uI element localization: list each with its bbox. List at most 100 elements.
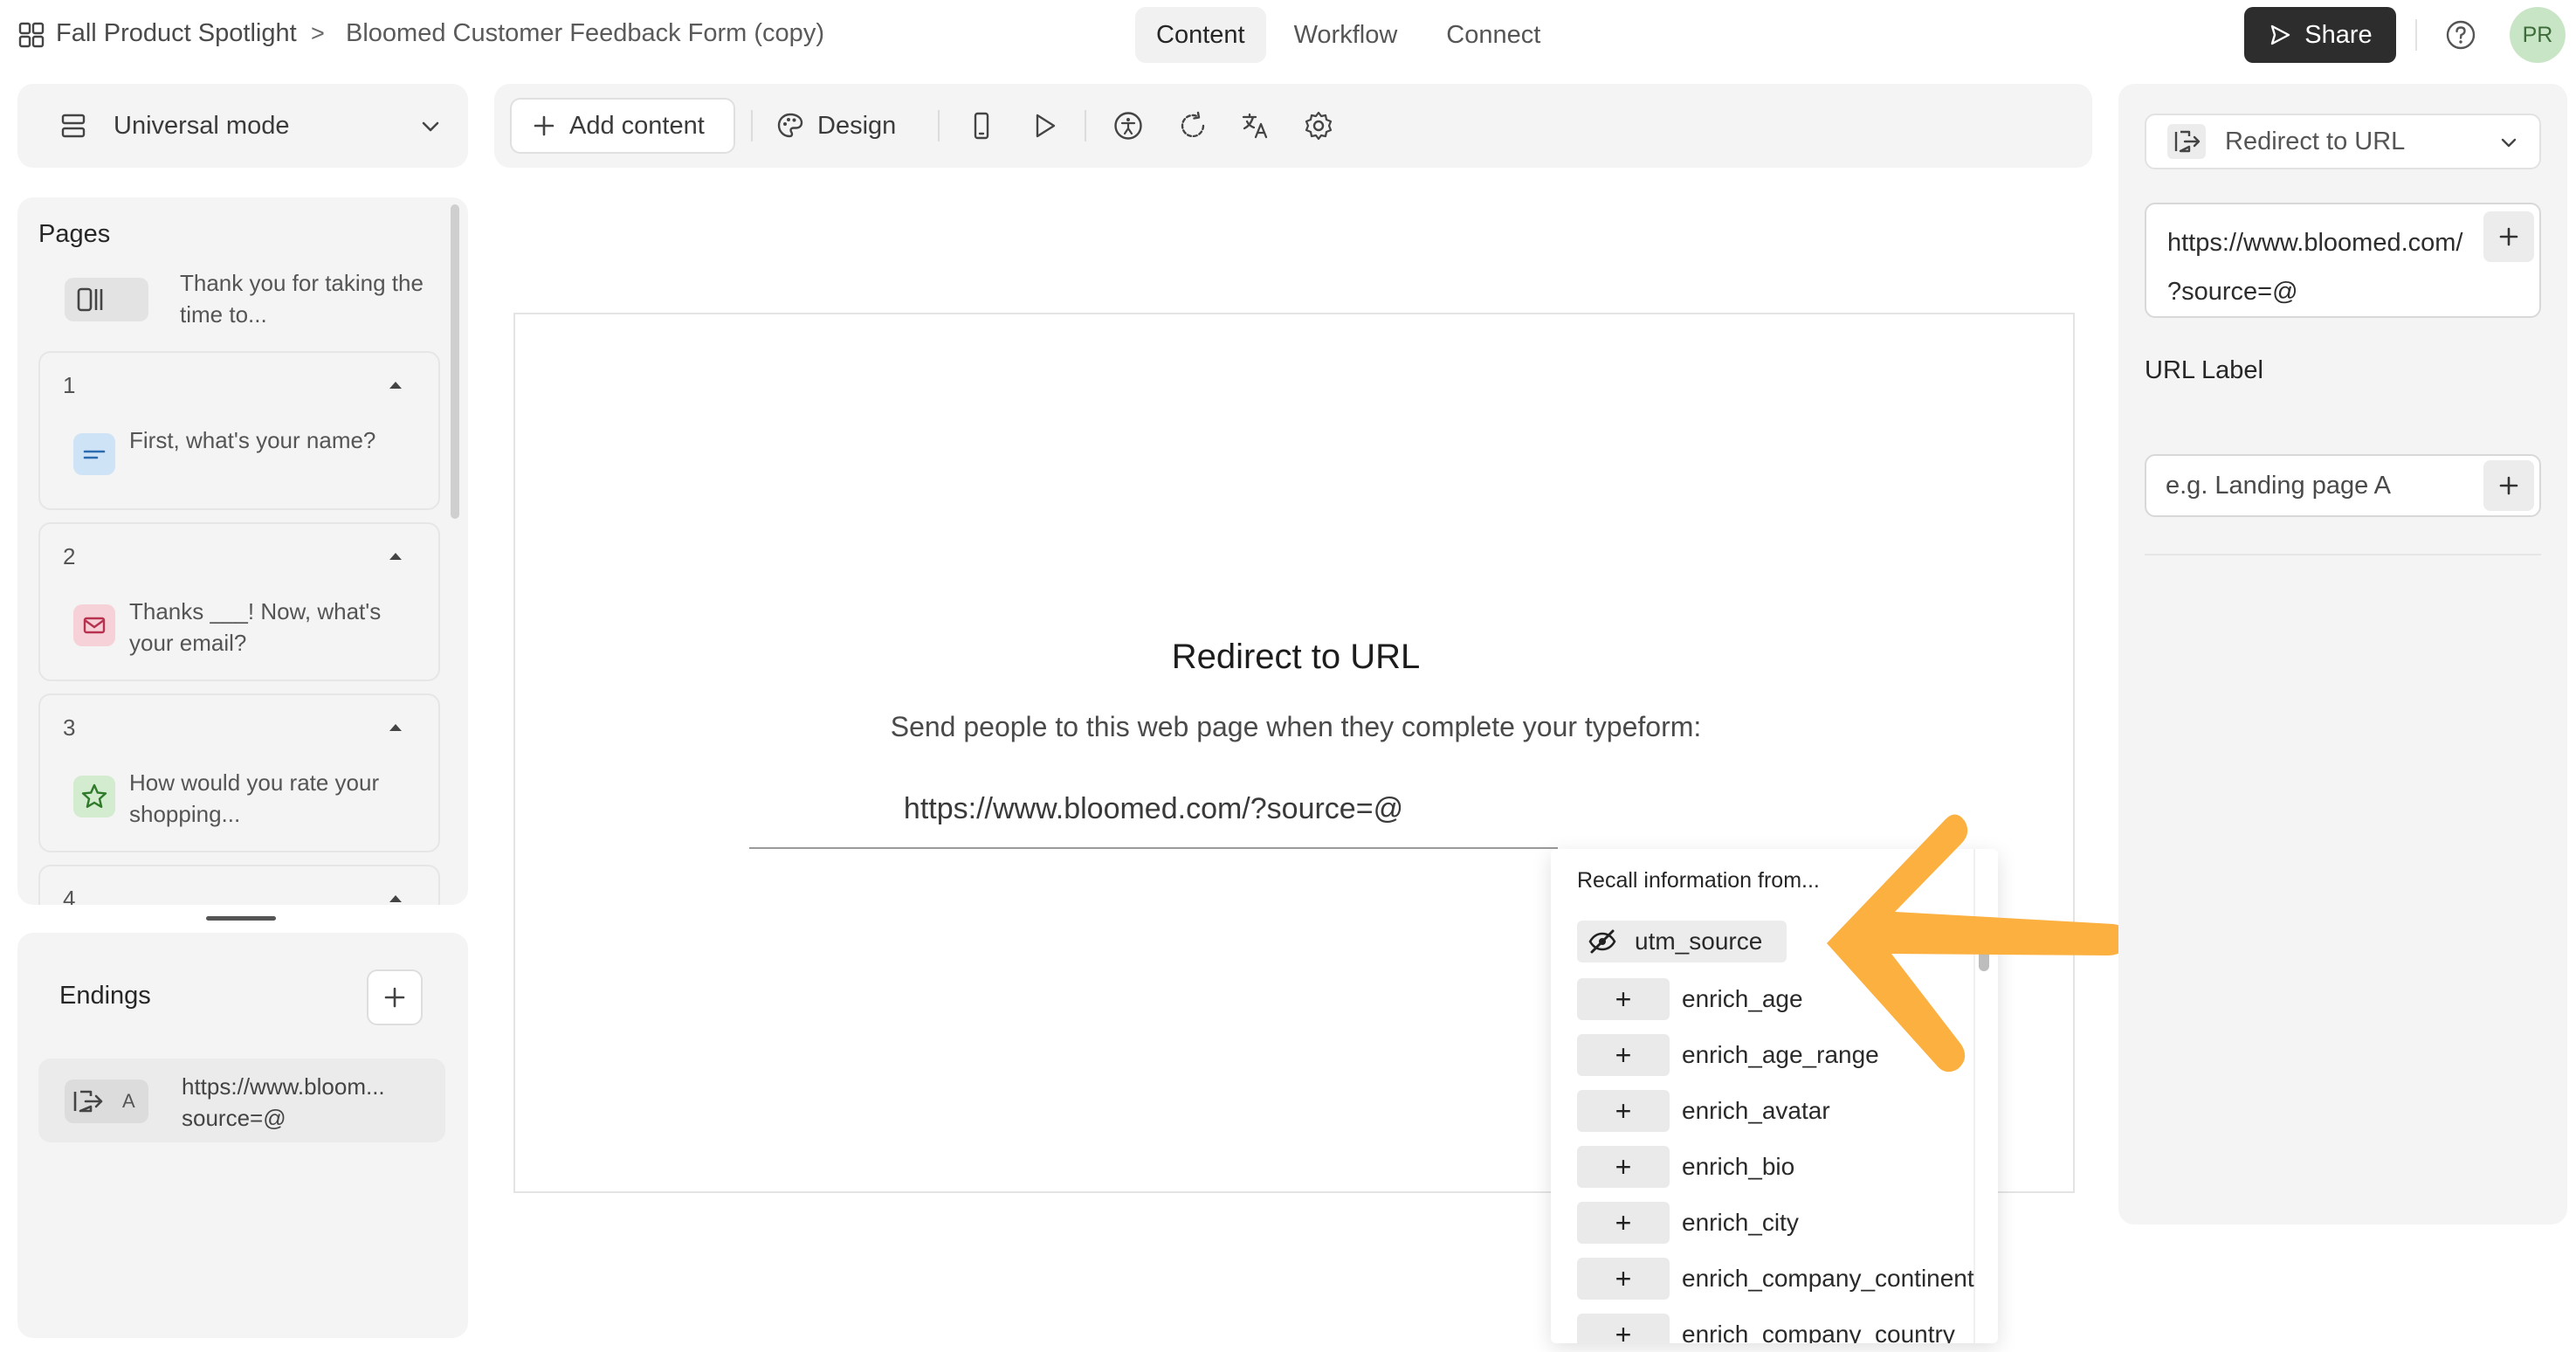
question-number: 2 (63, 543, 76, 569)
star-icon (73, 776, 115, 817)
add-content-label: Add content (569, 111, 705, 140)
tab-content[interactable]: Content (1135, 7, 1266, 63)
recall-item[interactable]: + enrich_bio (1577, 1146, 1979, 1188)
recall-item[interactable]: + enrich_company_continent (1577, 1258, 1979, 1300)
breadcrumb-form-title[interactable]: Bloomed Customer Feedback Form (copy) (346, 19, 824, 48)
palette-icon (777, 113, 803, 138)
refresh-icon[interactable] (1177, 110, 1209, 141)
add-content-button[interactable]: Add content (510, 98, 735, 154)
chevron-down-icon (2501, 138, 2517, 148)
plus-icon (384, 987, 405, 1008)
annotation-arrow-icon (1827, 814, 2128, 1073)
play-icon[interactable] (1029, 110, 1060, 141)
plus-icon: + (1577, 1258, 1670, 1300)
plus-icon: + (1577, 1090, 1670, 1132)
toolbar-divider (751, 110, 753, 141)
pages-scrollbar[interactable] (451, 204, 459, 519)
ending-letter: A (122, 1090, 135, 1112)
editor-toolbar: Add content Design (494, 84, 2092, 168)
plus-icon: + (1577, 1146, 1670, 1188)
plus-icon: + (1577, 1314, 1670, 1343)
endings-panel: Endings A https://www.bloom... source=@ (17, 933, 468, 1338)
recall-item[interactable]: + enrich_avatar (1577, 1090, 1979, 1132)
plus-icon (2499, 227, 2518, 246)
breadcrumb-separator: > (311, 20, 325, 46)
ending-item[interactable]: A https://www.bloom... source=@ (38, 1059, 445, 1142)
redirect-url-field[interactable]: https://www.bloomed.com/ ?source=@ (2145, 203, 2541, 318)
recall-item-label: enrich_avatar (1682, 1097, 1830, 1124)
endings-title: Endings (59, 982, 151, 1010)
preview-url-input[interactable]: https://www.bloomed.com/?source=@ (749, 774, 1558, 849)
settings-panel: Redirect to URL https://www.bloomed.com/… (2118, 84, 2567, 1224)
email-icon (73, 604, 115, 646)
tab-workflow[interactable]: Workflow (1273, 7, 1419, 63)
url-label-input[interactable] (2166, 466, 2462, 505)
accessibility-icon[interactable] (1112, 110, 1144, 141)
welcome-text: Thank you for taking the time to... (180, 270, 424, 328)
settings-icon[interactable] (1303, 110, 1334, 141)
layout-icon (61, 114, 86, 138)
redirect-url-line2: ?source=@ (2167, 278, 2298, 306)
help-icon[interactable] (2445, 19, 2476, 51)
redirect-icon (2167, 124, 2206, 159)
main-tabs: Content Workflow Connect (1135, 7, 1561, 63)
collapse-caret-icon[interactable] (388, 550, 403, 561)
avatar[interactable]: PR (2510, 7, 2566, 63)
recall-item-label: enrich_age (1682, 985, 1803, 1012)
design-button[interactable]: Design (775, 98, 896, 154)
plus-icon (2499, 476, 2518, 495)
send-icon (2271, 24, 2290, 45)
question-number: 1 (63, 372, 76, 398)
toolbar-divider (1085, 110, 1086, 141)
question-card-3[interactable]: 3 How would you rate your shopping... (38, 693, 440, 852)
recall-item-label: enrich_company_continent (1682, 1265, 1974, 1292)
mode-label: Universal mode (114, 112, 290, 140)
collapse-caret-icon[interactable] (388, 721, 403, 732)
ending-type-label: Redirect to URL (2225, 128, 2406, 155)
question-text: First, what's your name? (129, 427, 376, 453)
question-card-2[interactable]: 2 Thanks ___! Now, what's your email? (38, 522, 440, 681)
recall-item[interactable]: + enrich_company_country (1577, 1314, 1979, 1343)
question-text: Thanks ___! Now, what's your email? (129, 598, 382, 656)
plus-icon: + (1577, 1034, 1670, 1076)
apps-grid-icon[interactable] (17, 21, 45, 49)
question-card-1[interactable]: 1 First, what's your name? (38, 351, 440, 510)
panel-resize-handle[interactable] (206, 916, 276, 921)
question-number: 4 (63, 886, 76, 905)
share-button[interactable]: Share (2244, 7, 2396, 63)
recall-add-button[interactable] (2483, 460, 2534, 511)
breadcrumb-workspace[interactable]: Fall Product Spotlight (56, 19, 297, 48)
share-label: Share (2304, 20, 2373, 49)
collapse-caret-icon[interactable] (388, 893, 403, 903)
ending-text: https://www.bloom... source=@ (182, 1071, 435, 1134)
pages-panel: Pages Thank you for taking the time to..… (17, 197, 468, 905)
welcome-thumbnail (65, 278, 148, 321)
ending-type-select[interactable]: Redirect to URL (2145, 114, 2541, 169)
plus-icon: + (1577, 978, 1670, 1020)
url-label-title: URL Label (2145, 356, 2263, 384)
redirect-icon (73, 1090, 103, 1113)
mobile-preview-icon[interactable] (966, 110, 997, 141)
header-divider (2415, 19, 2417, 51)
recall-item[interactable]: + enrich_city (1577, 1202, 1979, 1244)
preview-description: Send people to this web page when they c… (890, 711, 1702, 742)
question-number: 3 (63, 714, 76, 741)
pages-title: Pages (38, 220, 111, 248)
collapse-caret-icon[interactable] (388, 379, 403, 390)
plus-icon: + (1577, 1202, 1670, 1244)
design-label: Design (817, 111, 897, 140)
translate-icon[interactable] (1240, 110, 1271, 141)
toolbar-divider (938, 110, 940, 141)
recall-item-utm-source[interactable]: utm_source (1577, 921, 1787, 962)
question-card-4[interactable]: 4 (38, 865, 440, 905)
welcome-screen-icon (77, 287, 103, 312)
mode-selector[interactable]: Universal mode (17, 84, 468, 168)
redirect-url-line1: https://www.bloomed.com/ (2167, 229, 2463, 257)
recall-item-label: enrich_company_country (1682, 1321, 1955, 1343)
panel-divider (2145, 554, 2541, 555)
add-ending-button[interactable] (367, 969, 423, 1025)
recall-add-button[interactable] (2483, 211, 2534, 262)
redirect-url-value: https://www.bloomed.com/ ?source=@ (2167, 218, 2490, 316)
tab-connect[interactable]: Connect (1425, 7, 1561, 63)
welcome-screen-item[interactable]: Thank you for taking the time to... (61, 266, 445, 337)
